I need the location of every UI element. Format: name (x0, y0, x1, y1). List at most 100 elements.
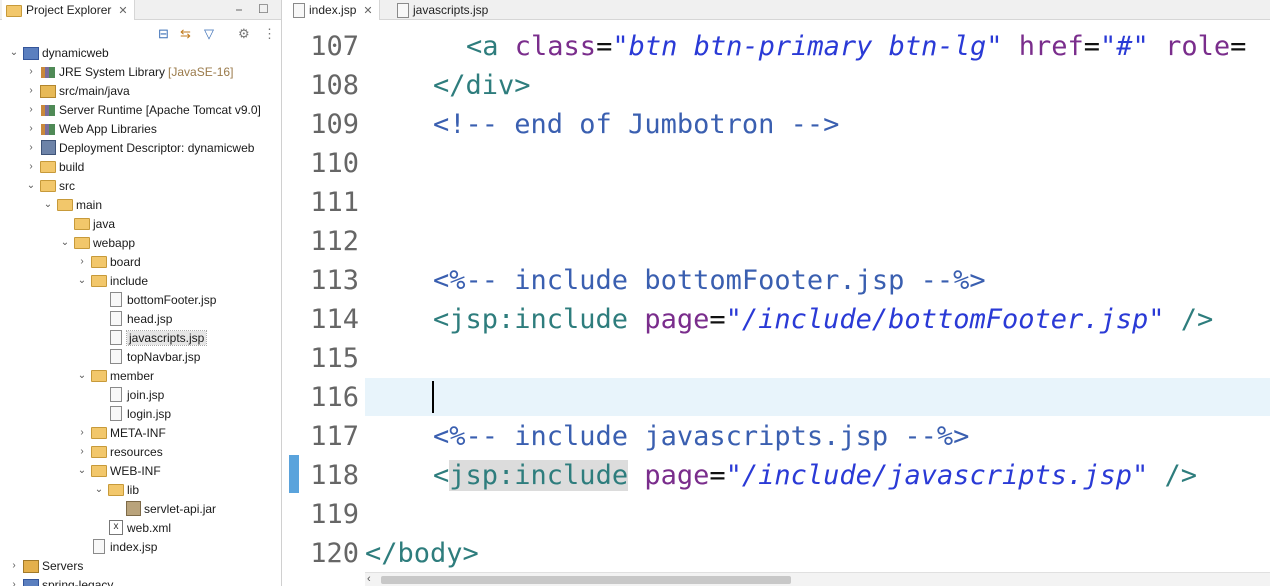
code-line-108: </div> (433, 70, 531, 101)
tree-item-label: java (93, 216, 116, 231)
chevron-down-icon[interactable]: ⌄ (76, 465, 88, 476)
close-icon[interactable]: ✕ (363, 4, 372, 17)
tree-item-board[interactable]: › board (76, 252, 140, 271)
line-number-gutter: 107 108 109 110 111 112 113 114 115 116 117 118 119 1… (295, 21, 367, 570)
code-line-109: <!-- end of Jumbotron --> (433, 109, 840, 140)
code-editor[interactable]: <a class="btn btn-primary btn-lg" href="… (365, 21, 1270, 570)
tree-item-main[interactable]: ⌄ main (42, 195, 102, 214)
chevron-right-icon[interactable]: › (76, 427, 88, 438)
minimize-icon[interactable]: ⎯ (236, 2, 242, 17)
tree-item-join-jsp[interactable]: join.jsp (93, 385, 164, 404)
tree-item-webapp[interactable]: ⌄ webapp (59, 233, 135, 252)
tree-item-label: javascripts.jsp (125, 329, 208, 346)
chevron-right-icon[interactable]: › (25, 104, 37, 115)
chevron-down-icon[interactable]: ⌄ (8, 47, 20, 58)
tree-item-web-inf[interactable]: ⌄ WEB-INF (76, 461, 161, 480)
folder-icon (40, 179, 56, 193)
tree-item-bottomfooter-jsp[interactable]: bottomFooter.jsp (93, 290, 216, 309)
scroll-left-icon[interactable]: ‹ (367, 573, 371, 585)
chevron-down-icon[interactable]: ⌄ (93, 484, 105, 495)
tree-item-servlet-api-jar[interactable]: servlet-api.jar (110, 499, 216, 518)
tree-item-servers[interactable]: › Servers (8, 556, 83, 575)
filter-icon[interactable]: ▽ (204, 26, 214, 42)
code-line-107: <a class="btn btn-primary btn-lg" href="… (466, 31, 1247, 62)
horizontal-scrollbar[interactable]: ‹ (365, 572, 1270, 586)
file-icon (108, 406, 124, 421)
tree-item-deployment-descriptor-dynamicweb[interactable]: › Deployment Descriptor: dynamicweb (25, 138, 254, 157)
tree-item-label: Servers (42, 558, 84, 573)
folder-icon (91, 445, 107, 459)
chevron-down-icon[interactable]: ⌄ (76, 275, 88, 286)
link-with-editor-icon[interactable]: ⇆ (180, 26, 191, 42)
tree-item-label: bottomFooter.jsp (127, 292, 217, 307)
tree-item-src[interactable]: ⌄ src (25, 176, 75, 195)
chevron-right-icon[interactable]: › (25, 123, 37, 134)
chevron-down-icon[interactable]: ⌄ (25, 180, 37, 191)
tree-item-topnavbar-jsp[interactable]: topNavbar.jsp (93, 347, 200, 366)
folder-icon (91, 426, 107, 440)
line-number: 119 (310, 499, 359, 530)
tree-item-label: build (59, 159, 85, 174)
tree-item-resources[interactable]: › resources (76, 442, 162, 461)
sync-icon[interactable]: ⚙ (238, 26, 250, 42)
chevron-right-icon[interactable]: › (8, 579, 20, 586)
file-icon (108, 292, 124, 307)
tree-item-lib[interactable]: ⌄ lib (93, 480, 139, 499)
tree-item-web-app-libraries[interactable]: › Web App Libraries (25, 119, 157, 138)
chevron-right-icon[interactable]: › (76, 446, 88, 457)
line-number: 120 (310, 538, 359, 569)
file-icon (108, 311, 124, 326)
view-menu-icon[interactable]: ⋮ (263, 26, 276, 42)
lib-icon (40, 122, 56, 136)
collapse-all-icon[interactable]: ⊟ (158, 26, 169, 42)
chevron-right-icon[interactable]: › (25, 66, 37, 77)
line-number: 108 (310, 70, 359, 101)
tree-item-web-xml[interactable]: web.xml (93, 518, 171, 537)
tree-item-dynamicweb[interactable]: ⌄ dynamicweb (8, 43, 109, 62)
chevron-down-icon[interactable]: ⌄ (59, 237, 71, 248)
tree-item-label: Web App Libraries (59, 121, 157, 136)
desc-icon (40, 140, 56, 155)
tree-item-label: servlet-api.jar (144, 501, 217, 516)
scrollbar-thumb[interactable] (381, 576, 791, 584)
tree-item-login-jsp[interactable]: login.jsp (93, 404, 171, 423)
project-icon (23, 577, 39, 586)
tree-item-index-jsp[interactable]: index.jsp (76, 537, 157, 556)
tree-item-label: topNavbar.jsp (127, 349, 201, 364)
pkg-icon (40, 83, 56, 97)
tree-item-jre-system-library[interactable]: › JRE System Library [JavaSE-16] (25, 62, 233, 81)
chevron-right-icon[interactable]: › (76, 256, 88, 267)
tree-item-build[interactable]: › build (25, 157, 84, 176)
chevron-down-icon[interactable]: ⌄ (76, 370, 88, 381)
tree-item-label: META-INF (110, 425, 166, 440)
folder-icon (108, 483, 124, 497)
tree-item-java[interactable]: java (59, 214, 115, 233)
tree-item-label: member (110, 368, 155, 383)
tree-item-meta-inf[interactable]: › META-INF (76, 423, 166, 442)
project-explorer-header: Project Explorer ✕ ⎯ ☐ (0, 0, 281, 20)
tree-item-src-main-java[interactable]: › src/main/java (25, 81, 129, 100)
tree-item-label: include (110, 273, 149, 288)
chevron-right-icon[interactable]: › (25, 142, 37, 153)
maximize-icon[interactable]: ☐ (258, 2, 269, 16)
chevron-right-icon[interactable]: › (25, 161, 37, 172)
tab-javascripts-jsp[interactable]: javascripts.jsp (391, 0, 494, 20)
chevron-down-icon[interactable]: ⌄ (42, 199, 54, 210)
tree-item-server-runtime-apache-tomcat-v9-0[interactable]: › Server Runtime [Apache Tomcat v9.0] (25, 100, 261, 119)
project-explorer-tab[interactable]: Project Explorer ✕ (2, 0, 135, 20)
line-number: 118 (310, 460, 359, 491)
tree-item-include[interactable]: ⌄ include (76, 271, 148, 290)
folder-icon (91, 464, 107, 478)
close-icon[interactable]: ✕ (118, 4, 127, 17)
project-explorer-title: Project Explorer (26, 3, 112, 17)
tree-item-javascripts-jsp[interactable]: javascripts.jsp (93, 328, 208, 347)
lib-icon (40, 65, 56, 79)
tree-item-label: web.xml (127, 520, 172, 535)
tab-index-jsp[interactable]: index.jsp ✕ (287, 0, 380, 20)
code-line-114: <jsp:include page="/include/bottomFooter… (433, 304, 1214, 335)
tree-item-member[interactable]: ⌄ member (76, 366, 154, 385)
tree-item-spring-legacy[interactable]: › spring-legacy (8, 575, 113, 586)
tree-item-head-jsp[interactable]: head.jsp (93, 309, 172, 328)
chevron-right-icon[interactable]: › (25, 85, 37, 96)
chevron-right-icon[interactable]: › (8, 560, 20, 571)
